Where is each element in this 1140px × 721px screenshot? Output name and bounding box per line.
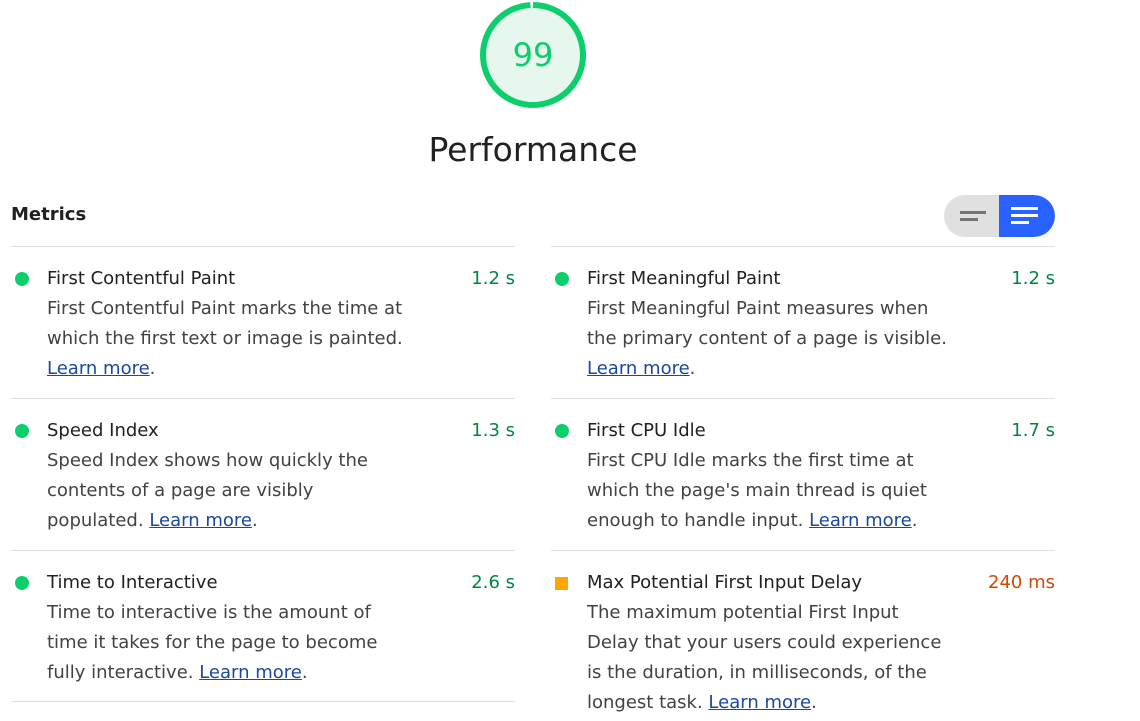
compact-list-icon bbox=[960, 211, 986, 221]
metric-description-text: First Meaningful Paint measures when the… bbox=[587, 298, 947, 349]
metric-value: 240 ms bbox=[988, 572, 1055, 593]
compact-view-button[interactable] bbox=[944, 195, 999, 237]
metrics-heading: Metrics bbox=[11, 204, 87, 225]
metric-value: 1.3 s bbox=[471, 420, 515, 441]
learn-more-link[interactable]: Learn more bbox=[149, 510, 252, 531]
metrics-view-toggle bbox=[944, 195, 1055, 237]
pass-indicator-icon bbox=[555, 272, 569, 286]
metric-first-contentful-paint: First Contentful Paint 1.2 s First Conte… bbox=[11, 246, 515, 398]
metric-description-text: First Contentful Paint marks the time at… bbox=[47, 298, 403, 349]
metric-description: The maximum potential First Input Delay … bbox=[587, 602, 942, 713]
metric-title: Speed Index bbox=[47, 420, 159, 441]
learn-more-link[interactable]: Learn more bbox=[587, 358, 690, 379]
performance-score-gauge[interactable]: 99 bbox=[480, 2, 586, 108]
average-indicator-icon bbox=[555, 577, 568, 590]
metric-description: Speed Index shows how quickly the conten… bbox=[47, 450, 368, 531]
metrics-column-right: First Meaningful Paint 1.2 s First Meani… bbox=[551, 246, 1055, 721]
expanded-view-button[interactable] bbox=[999, 195, 1055, 237]
metric-description: First CPU Idle marks the first time at w… bbox=[587, 450, 927, 531]
metric-title: Time to Interactive bbox=[47, 572, 218, 593]
metric-time-to-interactive: Time to Interactive 2.6 s Time to intera… bbox=[11, 550, 515, 702]
metric-title: First CPU Idle bbox=[587, 420, 706, 441]
learn-more-link[interactable]: Learn more bbox=[199, 662, 302, 683]
metric-description: First Contentful Paint marks the time at… bbox=[47, 298, 403, 379]
metric-title: First Meaningful Paint bbox=[587, 268, 781, 289]
metric-value: 1.2 s bbox=[1011, 268, 1055, 289]
metric-speed-index: Speed Index 1.3 s Speed Index shows how … bbox=[11, 398, 515, 550]
learn-more-link[interactable]: Learn more bbox=[47, 358, 150, 379]
metric-first-cpu-idle: First CPU Idle 1.7 s First CPU Idle mark… bbox=[551, 398, 1055, 550]
learn-more-link[interactable]: Learn more bbox=[708, 692, 811, 713]
metric-max-potential-fid: Max Potential First Input Delay 240 ms T… bbox=[551, 550, 1055, 721]
metric-title: First Contentful Paint bbox=[47, 268, 236, 289]
metric-value: 2.6 s bbox=[471, 572, 515, 593]
category-title: Performance bbox=[428, 130, 638, 169]
learn-more-link[interactable]: Learn more bbox=[809, 510, 912, 531]
metric-value: 1.2 s bbox=[471, 268, 515, 289]
metric-value: 1.7 s bbox=[1011, 420, 1055, 441]
metric-first-meaningful-paint: First Meaningful Paint 1.2 s First Meani… bbox=[551, 246, 1055, 398]
metrics-column-left: First Contentful Paint 1.2 s First Conte… bbox=[11, 246, 515, 702]
pass-indicator-icon bbox=[555, 424, 569, 438]
performance-score: 99 bbox=[512, 36, 554, 74]
pass-indicator-icon bbox=[15, 272, 29, 286]
metric-title: Max Potential First Input Delay bbox=[587, 572, 863, 593]
pass-indicator-icon bbox=[15, 576, 29, 590]
metric-description: First Meaningful Paint measures when the… bbox=[587, 298, 947, 379]
pass-indicator-icon bbox=[15, 424, 29, 438]
expanded-list-icon bbox=[1011, 207, 1038, 224]
metric-description: Time to interactive is the amount of tim… bbox=[47, 602, 378, 683]
